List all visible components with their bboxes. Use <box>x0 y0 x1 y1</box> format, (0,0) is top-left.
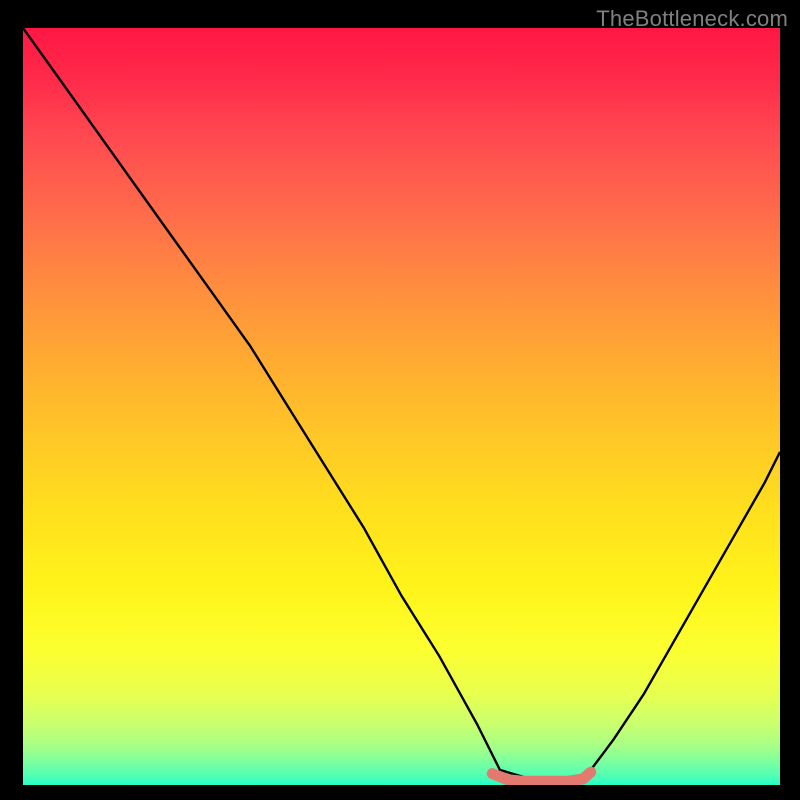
chart-root: TheBottleneck.com <box>0 0 800 800</box>
optimal-zone-marker <box>492 772 591 781</box>
plot-area <box>23 28 780 785</box>
watermark-text: TheBottleneck.com <box>596 6 788 32</box>
bottleneck-curve <box>23 28 780 781</box>
curve-layer <box>23 28 780 785</box>
